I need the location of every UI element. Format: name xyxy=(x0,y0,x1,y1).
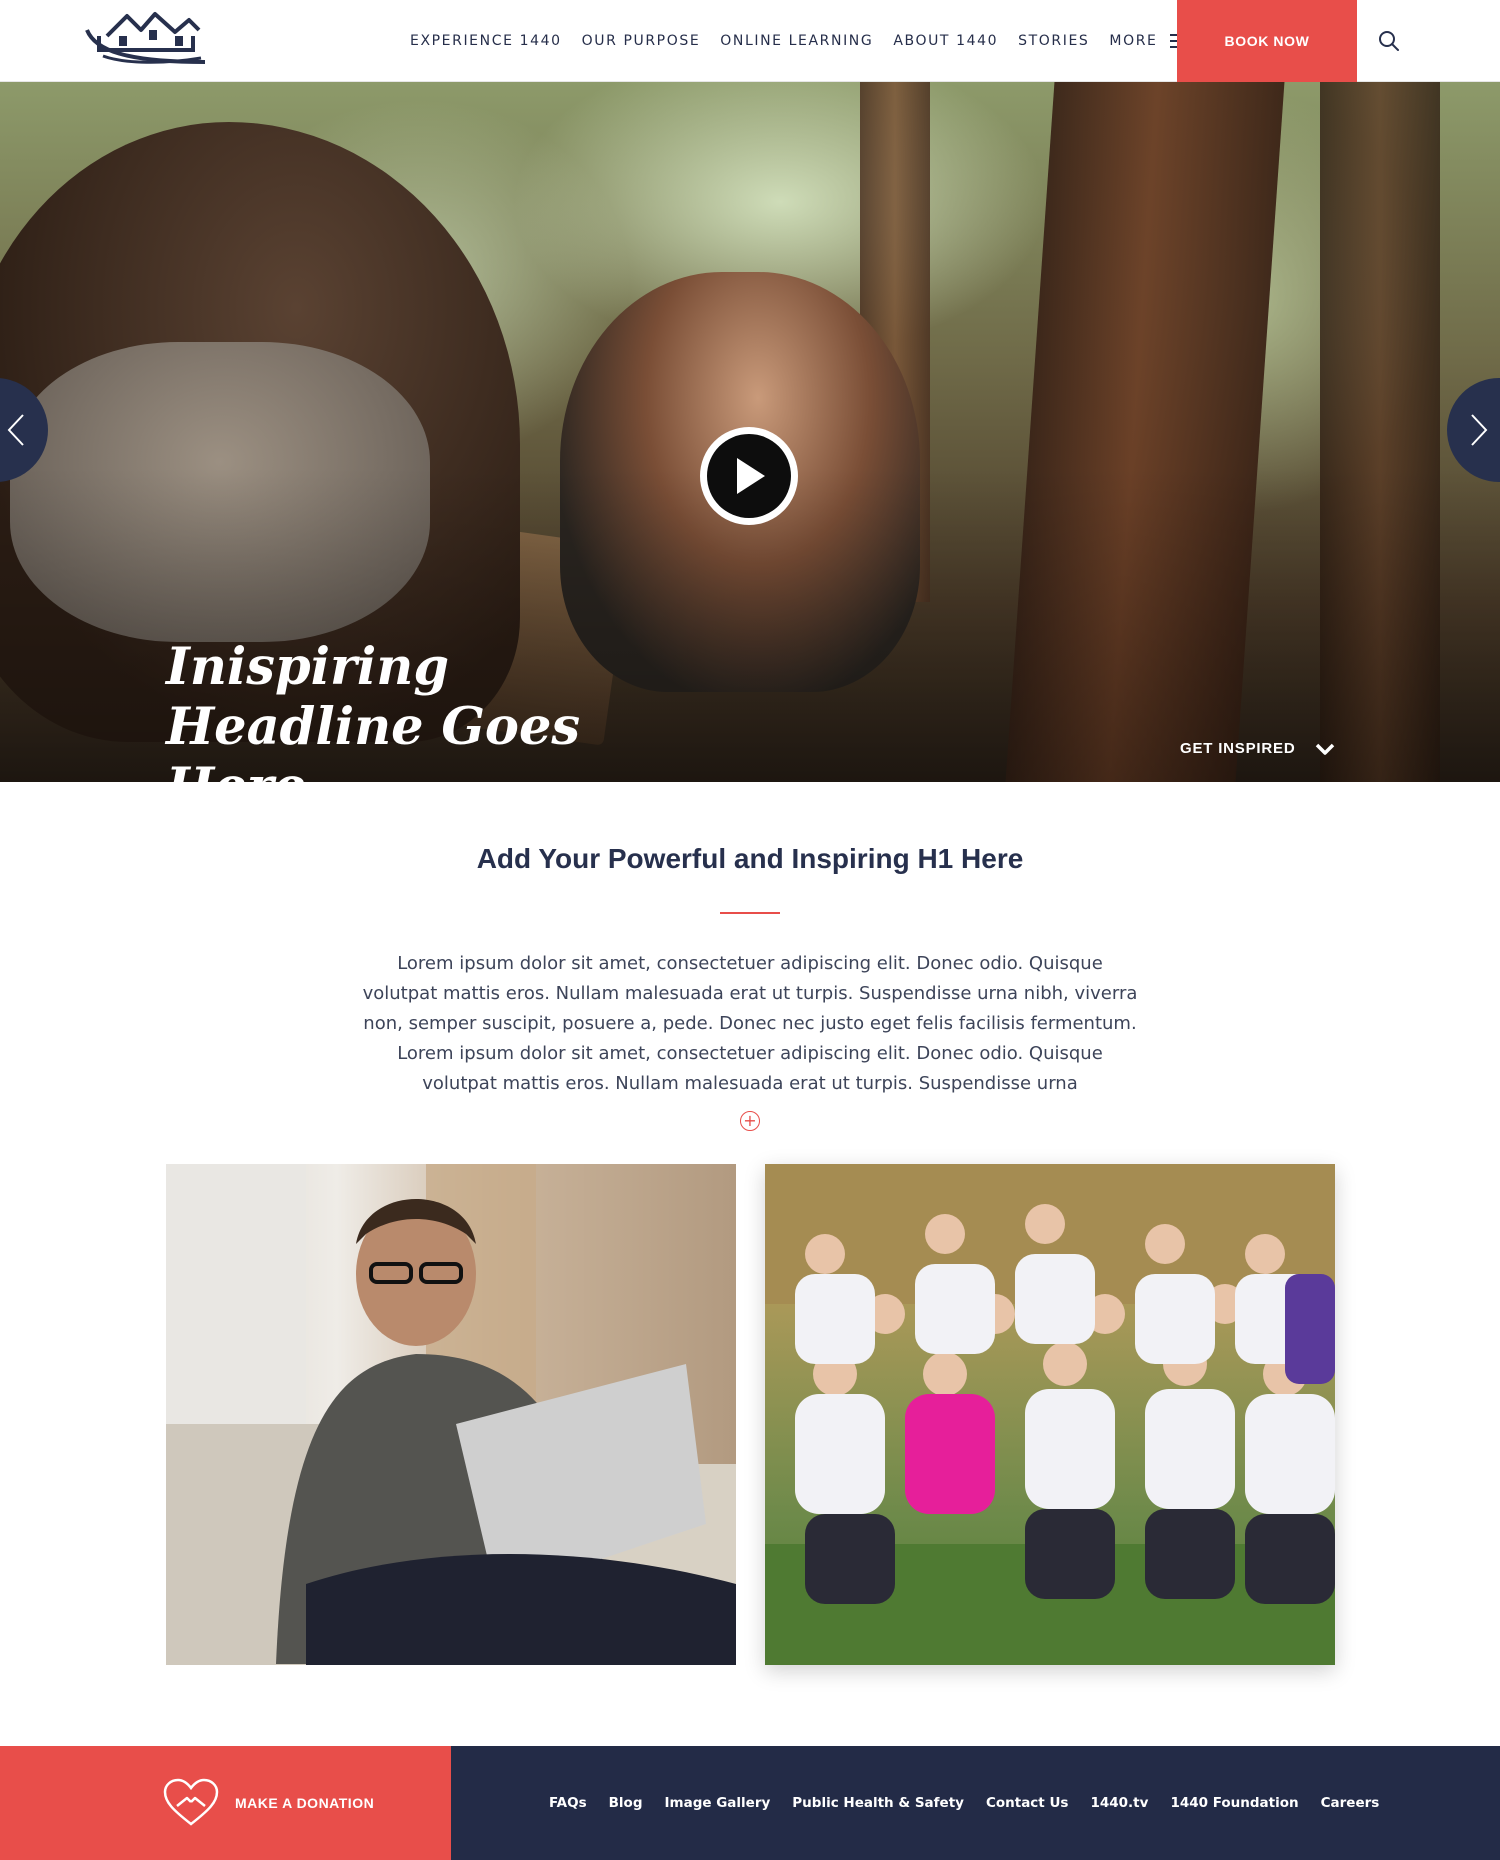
get-inspired-button[interactable]: GET INSPIRED xyxy=(1180,740,1335,757)
page-heading: Add Your Powerful and Inspiring H1 Here xyxy=(476,843,1024,874)
hero-headline: Inispiring Headline Goes Here xyxy=(166,637,581,782)
footer-link-blog[interactable]: Blog xyxy=(609,1795,643,1811)
site-header: EXPERIENCE 1440 OUR PURPOSE ONLINE LEARN… xyxy=(0,0,1500,82)
search-icon xyxy=(1379,31,1399,51)
make-donation-button[interactable]: MAKE A DONATION xyxy=(0,1746,451,1860)
plus-circle-icon: + xyxy=(743,1111,757,1130)
read-more-button[interactable]: + xyxy=(740,1111,760,1131)
nav-experience-1440[interactable]: EXPERIENCE 1440 xyxy=(410,33,562,49)
group-gardening-club-photo xyxy=(765,1164,1335,1665)
nav-more-label: MORE xyxy=(1109,33,1158,49)
main-nav: EXPERIENCE 1440 OUR PURPOSE ONLINE LEARN… xyxy=(410,0,1210,82)
nav-about-1440[interactable]: ABOUT 1440 xyxy=(893,33,998,49)
footer-link-1440-tv[interactable]: 1440.tv xyxy=(1090,1795,1148,1811)
search-button[interactable] xyxy=(1357,0,1421,82)
footer-nav: FAQs Blog Image Gallery Public Health & … xyxy=(451,1746,1500,1860)
video-play-button[interactable] xyxy=(700,427,798,525)
heart-hands-icon xyxy=(163,1778,219,1826)
get-inspired-label: GET INSPIRED xyxy=(1180,740,1296,757)
chevron-right-icon xyxy=(1471,414,1488,446)
intro-paragraph: Lorem ipsum dolor sit amet, consectetuer… xyxy=(362,953,1138,1094)
footer-link-faqs[interactable]: FAQs xyxy=(549,1795,587,1811)
footer-link-contact-us[interactable]: Contact Us xyxy=(986,1795,1069,1811)
lodge-logo-icon[interactable] xyxy=(85,6,215,68)
play-icon xyxy=(737,458,765,494)
footer-link-careers[interactable]: Careers xyxy=(1321,1795,1380,1811)
heading-divider xyxy=(720,912,780,914)
man-with-laptop-photo xyxy=(166,1164,736,1665)
donate-label: MAKE A DONATION xyxy=(235,1795,375,1811)
hero-carousel: Inispiring Headline Goes Here GET INSPIR… xyxy=(0,82,1500,782)
footer-link-1440-foundation[interactable]: 1440 Foundation xyxy=(1170,1795,1298,1811)
footer-link-image-gallery[interactable]: Image Gallery xyxy=(665,1795,771,1811)
chevron-down-icon xyxy=(1316,743,1335,755)
chevron-left-icon xyxy=(7,414,24,446)
nav-our-purpose[interactable]: OUR PURPOSE xyxy=(582,33,701,49)
book-now-button[interactable]: BOOK NOW xyxy=(1177,0,1357,82)
footer-link-public-health[interactable]: Public Health & Safety xyxy=(792,1795,964,1811)
nav-stories[interactable]: STORIES xyxy=(1018,33,1089,49)
nav-online-learning[interactable]: ONLINE LEARNING xyxy=(720,33,873,49)
